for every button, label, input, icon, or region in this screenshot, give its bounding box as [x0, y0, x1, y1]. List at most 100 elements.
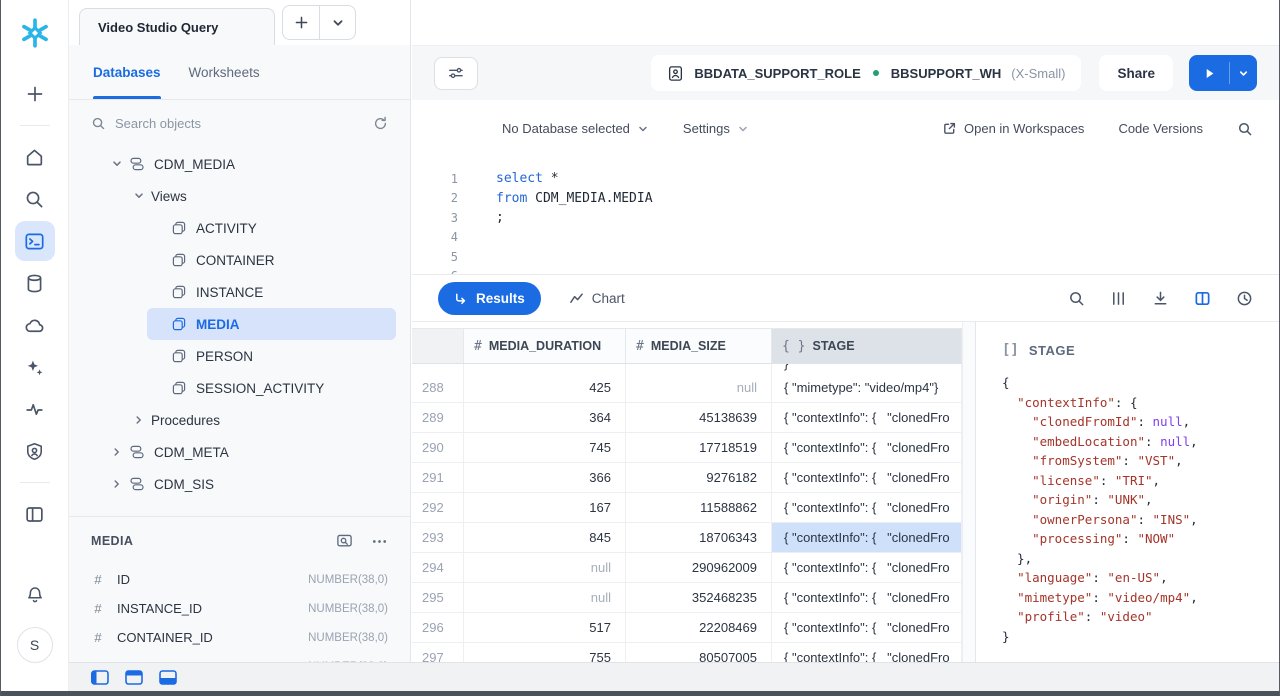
results-search-icon[interactable] — [1068, 290, 1085, 307]
media-duration-cell[interactable]: 167 — [464, 493, 626, 522]
media-duration-cell[interactable]: 745 — [464, 433, 626, 462]
split-view-icon[interactable] — [1194, 290, 1211, 307]
media-duration-cell[interactable]: 425 — [464, 373, 626, 402]
stage-cell[interactable]: { "contextInfo": { "clonedFro — [772, 493, 962, 522]
media-size-cell[interactable]: 290962009 — [626, 553, 772, 582]
table-row[interactable]: 294null290962009{ "contextInfo": { "clon… — [412, 553, 962, 583]
table-row[interactable]: 29651722208469{ "contextInfo": { "cloned… — [412, 613, 962, 643]
stage-cell[interactable]: { "contextInfo": { "clonedFro — [772, 553, 962, 582]
media-size-cell[interactable]: 22208469 — [626, 613, 772, 642]
columns-icon[interactable] — [1110, 290, 1127, 307]
media-size-cell[interactable]: null — [626, 373, 772, 402]
tab-results[interactable]: Results — [438, 282, 541, 315]
stage-cell[interactable]: { "contextInfo": { "clonedFro — [772, 463, 962, 492]
media-size-cell[interactable]: 9276182 — [626, 463, 772, 492]
stage-cell[interactable]: { "contextInfo": { "clonedFro — [772, 613, 962, 642]
sql-editor[interactable]: 1select *2from CDM_MEDIA.MEDIA3;456 — [412, 157, 1279, 274]
table-row[interactable]: } — [412, 364, 962, 373]
stage-cell[interactable]: { "mimetype": "video/mp4"} — [772, 373, 962, 402]
chevron-down-icon[interactable] — [133, 190, 151, 202]
table-row[interactable]: 288425null{ "mimetype": "video/mp4"} — [412, 373, 962, 403]
editor-line[interactable]: 1select * — [412, 169, 1279, 189]
schema-column-row[interactable]: #INSTANCE_IDNUMBER(38,0) — [91, 594, 388, 623]
stage-cell[interactable]: { "contextInfo": { "clonedFro — [772, 433, 962, 462]
tab-worksheets[interactable]: Worksheets — [189, 45, 260, 99]
chevron-right-icon[interactable] — [111, 446, 129, 458]
refresh-icon[interactable] — [373, 116, 388, 131]
stage-cell[interactable]: { "contextInfo": { "clonedFro — [772, 523, 962, 552]
tree-item-cdm_meta[interactable]: CDM_META — [105, 436, 396, 468]
tree-item-container[interactable]: CONTAINER — [147, 244, 396, 276]
tree-item-procedures[interactable]: Procedures — [127, 404, 396, 436]
tree-item-activity[interactable]: ACTIVITY — [147, 212, 396, 244]
tab-databases[interactable]: Databases — [93, 45, 161, 99]
table-row[interactable]: 28936445138639{ "contextInfo": { "cloned… — [412, 403, 962, 433]
table-row[interactable]: 295null352468235{ "contextInfo": { "clon… — [412, 583, 962, 613]
media-size-cell[interactable]: 18706343 — [626, 523, 772, 552]
editor-line[interactable]: 2from CDM_MEDIA.MEDIA — [412, 189, 1279, 209]
table-row[interactable]: 29074517718519{ "contextInfo": { "cloned… — [412, 433, 962, 463]
schema-column-row[interactable]: #OWNER_PERSON_IDNUMBER(38,0) — [91, 652, 388, 662]
schema-column-row[interactable]: #IDNUMBER(38,0) — [91, 565, 388, 594]
media-size-cell[interactable]: 352468235 — [626, 583, 772, 612]
history-clock-icon[interactable] — [1236, 290, 1253, 307]
editor-line[interactable]: 4 — [412, 228, 1279, 248]
row-number-header[interactable] — [412, 329, 464, 363]
layout-top-panel-icon[interactable] — [125, 670, 143, 685]
media-duration-cell[interactable] — [464, 364, 626, 373]
run-options-chevron-icon[interactable] — [1230, 55, 1257, 91]
search-icon[interactable] — [15, 179, 55, 219]
preview-search-icon[interactable] — [336, 533, 353, 550]
home-icon[interactable] — [15, 137, 55, 177]
media-size-cell[interactable]: 17718519 — [626, 433, 772, 462]
media-duration-cell[interactable]: 364 — [464, 403, 626, 432]
tree-item-cdm_media[interactable]: CDM_MEDIA — [105, 148, 396, 180]
column-header-media_size[interactable]: #MEDIA_SIZE — [626, 329, 772, 363]
editor-line[interactable]: 6 — [412, 267, 1279, 275]
database-selector[interactable]: No Database selected — [502, 121, 649, 136]
code-versions-link[interactable]: Code Versions — [1118, 121, 1203, 136]
media-size-cell[interactable]: 80507005 — [626, 643, 772, 662]
user-avatar[interactable]: S — [17, 627, 53, 663]
media-duration-cell[interactable]: null — [464, 583, 626, 612]
chevron-down-icon[interactable] — [111, 158, 129, 170]
stage-cell[interactable]: } — [772, 364, 962, 373]
editor-line[interactable]: 5 — [412, 247, 1279, 267]
open-in-workspaces-link[interactable]: Open in Workspaces — [942, 121, 1084, 136]
media-duration-cell[interactable]: 517 — [464, 613, 626, 642]
media-duration-cell[interactable]: null — [464, 553, 626, 582]
layout-left-panel-icon[interactable] — [91, 670, 109, 685]
chevron-right-icon[interactable] — [133, 414, 151, 426]
column-header-media_duration[interactable]: #MEDIA_DURATION — [464, 329, 626, 363]
table-row[interactable]: 29775580507005{ "contextInfo": { "cloned… — [412, 643, 962, 662]
tree-item-person[interactable]: PERSON — [147, 340, 396, 372]
editor-search-icon[interactable] — [1237, 121, 1253, 137]
table-scrollbar[interactable] — [962, 322, 975, 662]
create-plus-icon[interactable] — [15, 74, 55, 114]
tree-item-views[interactable]: Views — [127, 180, 396, 212]
more-options-icon[interactable] — [371, 533, 388, 550]
tab-chart[interactable]: Chart — [569, 291, 625, 306]
context-selector[interactable]: BBDATA_SUPPORT_ROLE BBSUPPORT_WH (X-Smal… — [651, 55, 1081, 91]
media-duration-cell[interactable]: 755 — [464, 643, 626, 662]
snowflake-logo-icon[interactable] — [18, 16, 52, 50]
activity-monitor-icon[interactable] — [15, 389, 55, 429]
media-duration-cell[interactable]: 845 — [464, 523, 626, 552]
settings-menu[interactable]: Settings — [683, 121, 749, 136]
governance-shield-icon[interactable] — [15, 431, 55, 471]
tab-list-chevron-icon[interactable] — [319, 6, 355, 39]
tree-item-cdm_sis[interactable]: CDM_SIS — [105, 468, 396, 500]
worksheet-tab[interactable]: Video Studio Query — [79, 8, 275, 45]
tree-item-session_activity[interactable]: SESSION_ACTIVITY — [147, 372, 396, 404]
table-row[interactable]: 29384518706343{ "contextInfo": { "cloned… — [412, 523, 962, 553]
data-database-icon[interactable] — [15, 263, 55, 303]
notifications-bell-icon[interactable] — [15, 575, 55, 615]
schema-column-row[interactable]: #CONTAINER_IDNUMBER(38,0) — [91, 623, 388, 652]
table-row[interactable]: 29216711588862{ "contextInfo": { "cloned… — [412, 493, 962, 523]
chevron-right-icon[interactable] — [111, 478, 129, 490]
search-objects-input[interactable] — [115, 116, 364, 131]
table-row[interactable]: 2913669276182{ "contextInfo": { "clonedF… — [412, 463, 962, 493]
tree-item-instance[interactable]: INSTANCE — [147, 276, 396, 308]
editor-line[interactable]: 3; — [412, 208, 1279, 228]
stage-cell[interactable]: { "contextInfo": { "clonedFro — [772, 403, 962, 432]
